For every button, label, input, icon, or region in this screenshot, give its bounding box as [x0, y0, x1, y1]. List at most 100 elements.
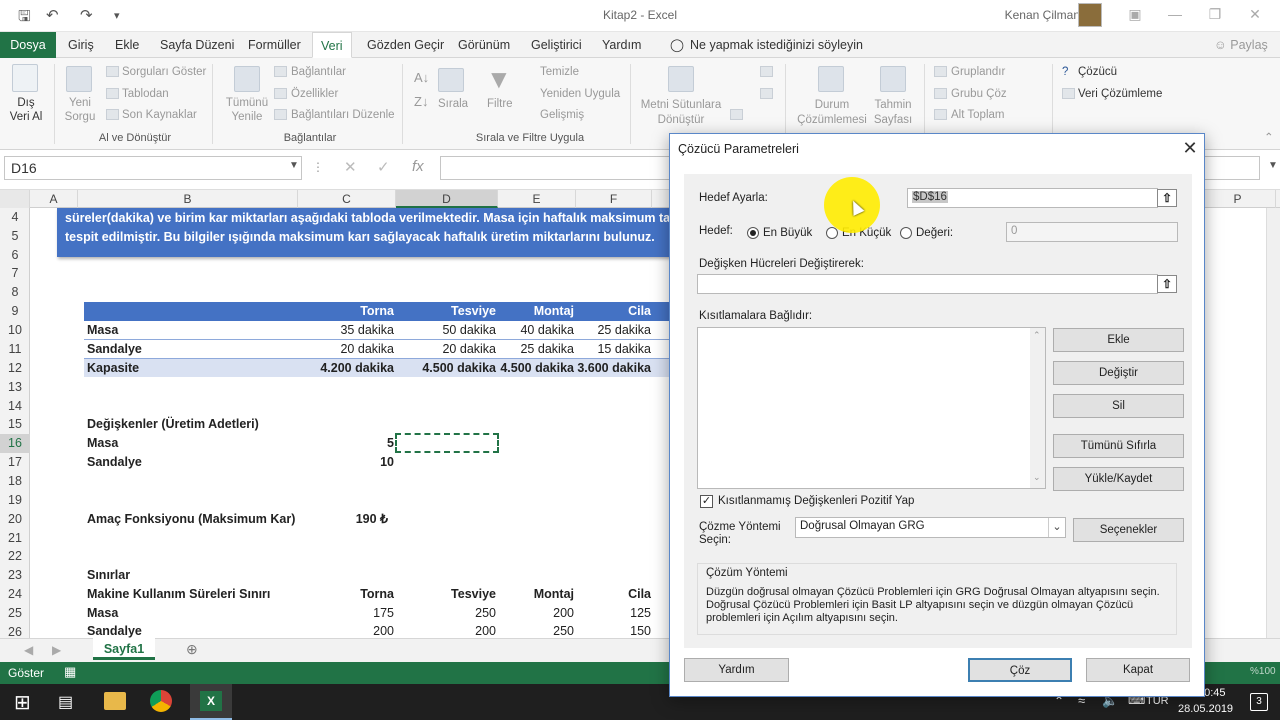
sort-button[interactable]: Sırala	[438, 98, 468, 110]
limits-cell[interactable]: 200	[296, 622, 394, 638]
tab-developer[interactable]: Geliştirici	[523, 32, 590, 58]
close-button[interactable]: Kapat	[1086, 658, 1190, 682]
data-validation-icon[interactable]	[730, 109, 743, 120]
set-objective-input[interactable]: $D$16	[907, 188, 1158, 208]
radio-value[interactable]	[900, 227, 912, 239]
share-button[interactable]: ☺ Paylaş	[1206, 32, 1276, 58]
file-explorer-icon[interactable]	[104, 692, 126, 710]
table-cell[interactable]: 4.200 dakika	[296, 359, 394, 378]
sort-az-icon[interactable]: A↓	[414, 70, 429, 85]
limits-title[interactable]: Sınırlar	[87, 566, 130, 585]
clear-button[interactable]: Temizle	[540, 66, 579, 78]
row-header[interactable]: 22	[0, 547, 30, 566]
limits-cell[interactable]: 200	[498, 604, 574, 623]
column-header[interactable]: F	[576, 190, 652, 208]
load-save-button[interactable]: Yükle/Kaydet	[1053, 467, 1184, 491]
column-header[interactable]: B	[78, 190, 298, 208]
minimize-icon[interactable]: —	[1160, 4, 1190, 26]
table-cell[interactable]: 40 dakika	[498, 321, 574, 340]
limits-subtitle[interactable]: Makine Kullanım Süreleri Sınırı	[87, 585, 270, 604]
show-queries-button[interactable]: Sorguları Göster	[122, 66, 206, 78]
vertical-scrollbar[interactable]	[1266, 208, 1280, 638]
restore-icon[interactable]: ❐	[1200, 4, 1230, 26]
row-header[interactable]: 21	[0, 529, 30, 548]
flash-fill-icon[interactable]	[760, 66, 773, 77]
solver-button[interactable]: Çözücü	[1078, 66, 1117, 78]
refresh-all-button[interactable]: Tümünü Yenile	[222, 96, 272, 124]
table-cell[interactable]: 20 dakika	[296, 340, 394, 359]
recent-sources-button[interactable]: Son Kaynaklar	[122, 109, 197, 121]
table-header-cell[interactable]: Montaj	[498, 302, 574, 321]
collapse-ribbon-icon[interactable]: ⌃	[1264, 130, 1274, 144]
table-cell[interactable]: 50 dakika	[398, 321, 496, 340]
limits-cell[interactable]: 150	[576, 622, 651, 638]
limits-cell[interactable]: 200	[398, 622, 496, 638]
reapply-button[interactable]: Yeniden Uygula	[540, 88, 620, 100]
limits-header-cell[interactable]: Torna	[296, 585, 394, 604]
table-row-label[interactable]: Masa	[87, 321, 118, 340]
column-header[interactable]: A	[30, 190, 78, 208]
intro-textbox[interactable]: süreler(dakika) ve birim kar miktarları …	[57, 208, 677, 257]
tab-data[interactable]: Veri	[312, 32, 352, 58]
variables-title[interactable]: Değişkenler (Üretim Adetleri)	[87, 415, 259, 434]
new-query-button[interactable]: Yeni Sorgu	[60, 96, 100, 124]
macro-record-icon[interactable]: ▦	[64, 664, 76, 680]
nonneg-label[interactable]: Kısıtlanmamış Değişkenleri Pozitif Yap	[718, 495, 914, 507]
table-cell[interactable]: 4.500 dakika	[398, 359, 496, 378]
filter-button[interactable]: Filtre	[487, 98, 513, 110]
table-cell[interactable]: 3.600 dakika	[576, 359, 651, 378]
enter-icon[interactable]: ✓	[377, 158, 390, 176]
row-header[interactable]: 19	[0, 491, 30, 510]
sheet-tab[interactable]: Sayfa1	[93, 638, 155, 660]
properties-button[interactable]: Özellikler	[291, 88, 338, 100]
limits-cell[interactable]: 125	[576, 604, 651, 623]
table-cell[interactable]: 15 dakika	[576, 340, 651, 359]
selected-cell-d16[interactable]	[395, 433, 499, 453]
row-header[interactable]: 16	[0, 434, 30, 453]
nonneg-checkbox[interactable]: ✓	[700, 495, 713, 508]
change-button[interactable]: Değiştir	[1053, 361, 1184, 385]
clock-date[interactable]: 28.05.2019	[1178, 703, 1233, 715]
add-button[interactable]: Ekle	[1053, 328, 1184, 352]
solve-button[interactable]: Çöz	[968, 658, 1072, 682]
row-header[interactable]: 9	[0, 302, 30, 321]
changing-cells-input[interactable]	[697, 274, 1158, 294]
tab-view[interactable]: Görünüm	[450, 32, 518, 58]
scroll-up-icon[interactable]: ⌃	[1033, 330, 1041, 341]
help-button[interactable]: Yardım	[684, 658, 789, 682]
insert-function-icon[interactable]: fx	[412, 158, 424, 175]
task-view-icon[interactable]: ▤	[58, 692, 73, 712]
value-of-input[interactable]: 0	[1006, 222, 1178, 242]
objective-range-picker-icon[interactable]: ⇧	[1157, 189, 1177, 207]
column-header[interactable]: E	[498, 190, 576, 208]
table-cell[interactable]: 4.500 dakika	[498, 359, 574, 378]
limits-cell[interactable]: 175	[296, 604, 394, 623]
tab-review[interactable]: Gözden Geçir	[359, 32, 452, 58]
row-header[interactable]: 13	[0, 378, 30, 397]
redo-icon[interactable]: ↷	[80, 6, 93, 24]
avatar[interactable]	[1078, 3, 1102, 27]
constraints-list[interactable]	[697, 327, 1046, 489]
ribbon-display-icon[interactable]: ▣	[1120, 4, 1150, 26]
sort-za-icon[interactable]: Z↓	[414, 94, 428, 109]
reset-all-button[interactable]: Tümünü Sıfırla	[1053, 434, 1184, 458]
radio-max[interactable]	[747, 227, 759, 239]
get-external-data-button[interactable]: Dış Veri Al	[8, 96, 44, 124]
undo-icon[interactable]: ↶	[46, 6, 59, 24]
table-cell[interactable]: 25 dakika	[498, 340, 574, 359]
connections-button[interactable]: Bağlantılar	[291, 66, 346, 78]
chrome-icon[interactable]	[150, 690, 172, 712]
limits-cell[interactable]: 250	[498, 622, 574, 638]
next-sheet-icon[interactable]: ▶	[52, 643, 61, 657]
table-cell[interactable]: 20 dakika	[398, 340, 496, 359]
data-analysis-button[interactable]: Veri Çözümleme	[1078, 88, 1162, 100]
row-header[interactable]: 17	[0, 453, 30, 472]
select-all-corner[interactable]	[0, 190, 30, 208]
method-select[interactable]: Doğrusal Olmayan GRG	[795, 517, 1066, 538]
tell-me-box[interactable]: Ne yapmak istediğinizi söyleyin	[682, 32, 871, 58]
row-header[interactable]: 4	[0, 208, 30, 227]
close-window-icon[interactable]: ✕	[1240, 4, 1270, 26]
constraints-scrollbar[interactable]: ⌃ ⌄	[1030, 328, 1045, 488]
row-header[interactable]: 10	[0, 321, 30, 340]
namebox-dropdown-icon[interactable]: ▼	[289, 160, 299, 171]
